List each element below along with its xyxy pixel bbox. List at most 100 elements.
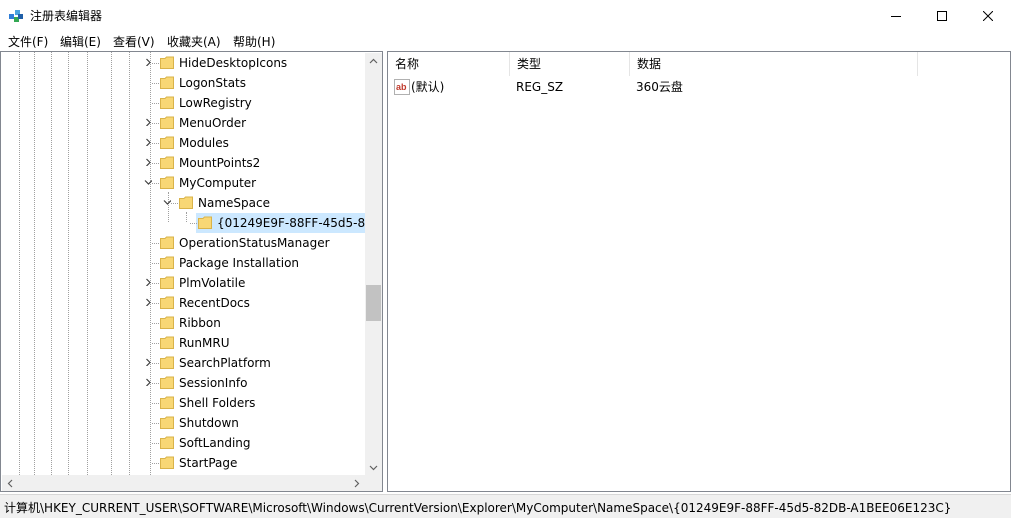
tree-connector bbox=[152, 183, 159, 184]
tree-item-label: Shell Folders bbox=[179, 396, 256, 410]
tree-item[interactable]: Shell Folders bbox=[1, 393, 364, 413]
folder-icon bbox=[160, 116, 174, 129]
scroll-down-icon[interactable] bbox=[369, 463, 378, 472]
tree-item[interactable]: Shutdown bbox=[1, 413, 364, 433]
expanded-chevron-icon[interactable] bbox=[163, 198, 171, 206]
tree-item[interactable]: {01249E9F-88FF-45d5-82D bbox=[1, 213, 370, 233]
tree-item-label: SessionInfo bbox=[179, 376, 248, 390]
folder-icon bbox=[160, 136, 174, 149]
menu-help[interactable]: 帮助(H) bbox=[233, 33, 275, 50]
tree-item[interactable]: SearchPlatform bbox=[1, 353, 364, 373]
folder-icon bbox=[160, 56, 174, 69]
window-title: 注册表编辑器 bbox=[30, 9, 103, 23]
value-type: REG_SZ bbox=[516, 80, 564, 94]
tree-connector bbox=[152, 463, 159, 464]
expanded-chevron-icon[interactable] bbox=[144, 178, 152, 186]
menu-file[interactable]: 文件(F) bbox=[8, 33, 48, 50]
folder-icon bbox=[160, 156, 174, 169]
folder-icon bbox=[160, 456, 174, 469]
tree-connector bbox=[152, 83, 159, 84]
folder-icon bbox=[160, 336, 174, 349]
collapsed-chevron-icon[interactable] bbox=[144, 298, 152, 306]
column-header-data[interactable]: 数据 bbox=[630, 52, 918, 76]
folder-icon bbox=[160, 236, 174, 249]
menu-favorites[interactable]: 收藏夹(A) bbox=[167, 33, 221, 50]
tree-item-label: OperationStatusManager bbox=[179, 236, 330, 250]
svg-text:ab: ab bbox=[396, 82, 407, 92]
tree-item[interactable]: PlmVolatile bbox=[1, 273, 364, 293]
tree-item-label: NameSpace bbox=[198, 196, 270, 210]
tree-item[interactable]: OperationStatusManager bbox=[1, 233, 364, 253]
folder-icon bbox=[160, 356, 174, 369]
tree-vertical-scrollbar[interactable] bbox=[365, 53, 382, 476]
tree-connector bbox=[152, 123, 159, 124]
tree-item[interactable]: RunMRU bbox=[1, 333, 364, 353]
folder-icon bbox=[160, 176, 174, 189]
folder-icon bbox=[160, 436, 174, 449]
column-header-name[interactable]: 名称 bbox=[388, 52, 510, 76]
close-icon bbox=[983, 10, 993, 21]
tree-item[interactable]: HideDesktopIcons bbox=[1, 53, 364, 73]
tree-item-label: MyComputer bbox=[179, 176, 257, 190]
tree-item[interactable]: SessionInfo bbox=[1, 373, 364, 393]
registry-tree[interactable]: HideDesktopIcons LogonStats LowRegistry Men… bbox=[0, 51, 383, 492]
tree-connector bbox=[152, 143, 159, 144]
tree-item[interactable]: LogonStats bbox=[1, 73, 364, 93]
menu-view[interactable]: 查看(V) bbox=[113, 33, 155, 50]
tree-item[interactable]: Ribbon bbox=[1, 313, 364, 333]
scroll-thumb[interactable] bbox=[366, 285, 381, 321]
collapsed-chevron-icon[interactable] bbox=[144, 58, 152, 66]
tree-item-label: Ribbon bbox=[179, 316, 221, 330]
tree-connector bbox=[171, 203, 178, 204]
menu-edit[interactable]: 编辑(E) bbox=[60, 33, 101, 50]
tree-connector bbox=[152, 403, 159, 404]
tree-item[interactable]: NameSpace bbox=[1, 193, 364, 213]
values-list[interactable]: 名称 类型 数据 ab (默认) REG_SZ 360云盘 bbox=[387, 51, 1011, 492]
minimize-icon bbox=[891, 15, 901, 17]
maximize-button[interactable] bbox=[919, 0, 965, 31]
tree-item[interactable]: LowRegistry bbox=[1, 93, 364, 113]
scroll-left-icon[interactable] bbox=[6, 479, 15, 488]
status-path: 计算机\HKEY_CURRENT_USER\SOFTWARE\Microsoft… bbox=[4, 501, 952, 515]
tree-item-label: {01249E9F-88FF-45d5-82D bbox=[214, 213, 370, 233]
tree-connector bbox=[152, 283, 159, 284]
scrollbar-corner bbox=[365, 475, 382, 491]
folder-icon bbox=[160, 316, 174, 329]
folder-icon bbox=[160, 256, 174, 269]
minimize-button[interactable] bbox=[873, 0, 919, 31]
collapsed-chevron-icon[interactable] bbox=[144, 118, 152, 126]
folder-icon bbox=[160, 396, 174, 409]
tree-connector bbox=[190, 223, 197, 224]
tree-connector bbox=[152, 423, 159, 424]
folder-icon bbox=[160, 416, 174, 429]
close-button[interactable] bbox=[965, 0, 1011, 31]
tree-item-label: Package Installation bbox=[179, 256, 300, 270]
tree-item[interactable]: Package Installation bbox=[1, 253, 364, 273]
tree-item[interactable]: StartPage bbox=[1, 453, 364, 473]
tree-item-label: MenuOrder bbox=[179, 116, 247, 130]
collapsed-chevron-icon[interactable] bbox=[144, 158, 152, 166]
collapsed-chevron-icon[interactable] bbox=[144, 378, 152, 386]
collapsed-chevron-icon[interactable] bbox=[144, 358, 152, 366]
tree-item[interactable]: Modules bbox=[1, 133, 364, 153]
string-value-icon: ab bbox=[394, 79, 410, 95]
tree-connector bbox=[152, 323, 159, 324]
collapsed-chevron-icon[interactable] bbox=[144, 138, 152, 146]
folder-icon bbox=[160, 276, 174, 289]
scroll-up-icon[interactable] bbox=[369, 57, 378, 66]
tree-item-label: HideDesktopIcons bbox=[179, 56, 288, 70]
tree-horizontal-scrollbar[interactable] bbox=[2, 475, 365, 491]
tree-connector bbox=[152, 243, 159, 244]
tree-item[interactable]: MountPoints2 bbox=[1, 153, 364, 173]
scroll-right-icon[interactable] bbox=[352, 479, 361, 488]
tree-item[interactable]: MenuOrder bbox=[1, 113, 364, 133]
tree-item[interactable]: MyComputer bbox=[1, 173, 364, 193]
tree-connector bbox=[152, 303, 159, 304]
tree-item[interactable]: RecentDocs bbox=[1, 293, 364, 313]
collapsed-chevron-icon[interactable] bbox=[144, 278, 152, 286]
column-header-type[interactable]: 类型 bbox=[510, 52, 630, 76]
tree-item[interactable]: SoftLanding bbox=[1, 433, 364, 453]
folder-icon bbox=[160, 96, 174, 109]
value-row[interactable]: ab (默认) REG_SZ 360云盘 bbox=[394, 77, 994, 97]
value-data: 360云盘 bbox=[636, 80, 683, 94]
